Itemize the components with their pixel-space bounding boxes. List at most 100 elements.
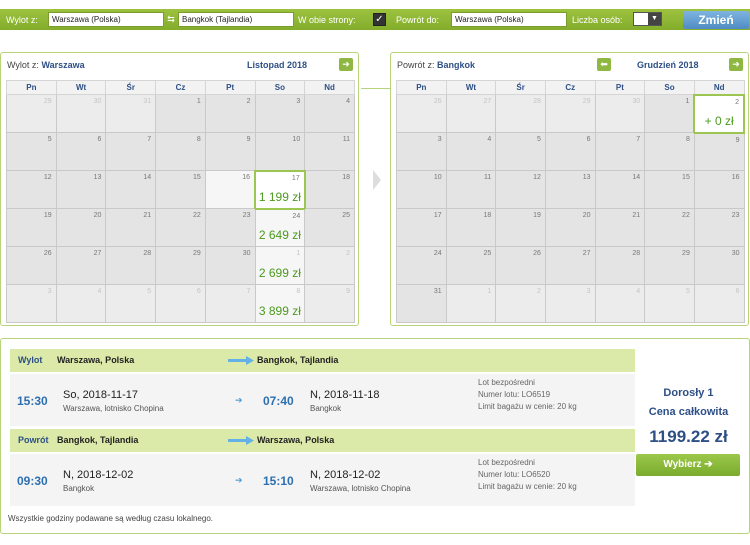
calendar-day[interactable]: 2 (304, 246, 355, 285)
day-number: 12 (533, 174, 541, 182)
calendar-day[interactable]: 30 (204, 246, 256, 285)
calendar-day[interactable]: 17 (396, 208, 447, 247)
calendar-day[interactable]: 19 (6, 208, 57, 247)
calendar-day[interactable]: 10 (254, 132, 306, 172)
calendar-day[interactable]: 27 (544, 246, 596, 285)
calendar-day[interactable]: 2 + 0 zł (693, 93, 745, 134)
calendar-day[interactable]: 20 (544, 208, 596, 247)
from-input[interactable]: Warszawa (Polska) (48, 12, 164, 27)
calendar-day[interactable]: 8 (155, 132, 206, 172)
calendar-day[interactable]: 27 (55, 246, 107, 285)
calendar-day[interactable]: 16 (204, 170, 256, 210)
calendar-day[interactable]: 5 (6, 132, 57, 172)
calendar-day[interactable]: 12 (495, 170, 546, 210)
calendar-day[interactable]: 31 (105, 94, 157, 134)
calendar-day[interactable]: 27 (445, 94, 497, 134)
calendar-day[interactable]: 8 (644, 132, 695, 172)
calendar-day[interactable]: 1 (644, 94, 695, 134)
calendar-day[interactable]: 30 (594, 94, 646, 134)
calendar-day[interactable]: 22 (155, 208, 206, 247)
next-month-arrow-icon[interactable]: ➜ (729, 58, 743, 71)
calendar-day[interactable]: 28 (105, 246, 157, 285)
calendar-day[interactable]: 29 (155, 246, 206, 285)
change-search-button[interactable]: Zmień (683, 11, 749, 29)
calendar-day[interactable]: 25 (445, 246, 497, 285)
calendar-day[interactable]: 26 (396, 94, 447, 134)
roundtrip-checkbox[interactable]: ✓ (373, 13, 386, 26)
calendar-day[interactable]: 10 (396, 170, 447, 210)
calendar-day[interactable]: 22 (644, 208, 695, 247)
calendar-day[interactable]: 30 (55, 94, 107, 134)
persons-select[interactable]: 1 ▼ (633, 12, 662, 26)
calendar-day[interactable]: 3 (6, 283, 57, 324)
calendar-day[interactable]: 13 (55, 170, 107, 210)
calendar-day[interactable]: 11 (445, 170, 497, 210)
calendar-day[interactable]: 7 (105, 132, 157, 172)
return-baggage: Limit bagażu w cenie: 20 kg (478, 482, 577, 491)
calendar-day[interactable]: 1 (155, 94, 206, 134)
swap-icon[interactable]: ⇆ (166, 14, 176, 25)
calendar-day[interactable]: 4 (594, 283, 646, 324)
day-number: 27 (93, 250, 102, 257)
calendar-day[interactable]: 2 (495, 283, 546, 324)
calendar-day[interactable]: 23 (693, 208, 745, 247)
calendar-day[interactable]: 17 1 199 zł (254, 169, 306, 210)
calendar-day[interactable]: 6 (693, 283, 745, 324)
calendar-day[interactable]: 29 (6, 94, 57, 134)
calendar-day[interactable]: 31 (396, 283, 447, 324)
calendar-day[interactable]: 16 (693, 170, 745, 210)
calendar-day[interactable]: 3 (254, 94, 306, 134)
calendar-day[interactable]: 30 (693, 246, 745, 285)
calendar-day[interactable]: 24 (396, 246, 447, 285)
next-month-arrow-icon[interactable]: ➜ (339, 58, 353, 71)
calendar-day[interactable]: 6 (544, 132, 596, 172)
calendar-day[interactable]: 2 (204, 94, 256, 134)
calendar-day[interactable]: 9 (204, 132, 256, 172)
calendar-day[interactable]: 24 2 649 zł (254, 208, 306, 247)
calendar-day[interactable]: 9 (304, 283, 355, 324)
calendar-day[interactable]: 5 (495, 132, 546, 172)
calendar-day[interactable]: 25 (304, 208, 355, 247)
calendar-day[interactable]: 29 (544, 94, 596, 134)
select-button[interactable]: Wybierz ➔ (636, 454, 740, 476)
calendar-day[interactable]: 5 (644, 283, 695, 324)
calendar-day[interactable]: 14 (594, 170, 646, 210)
calendar-day[interactable]: 14 (105, 170, 157, 210)
calendar-day[interactable]: 4 (445, 132, 497, 172)
calendar-day[interactable]: 15 (155, 170, 206, 210)
to-input[interactable]: Bangkok (Tajlandia) (178, 12, 294, 27)
calendar-day[interactable]: 6 (55, 132, 107, 172)
calendar-day[interactable]: 18 (445, 208, 497, 247)
calendar-day[interactable]: 7 (204, 283, 256, 324)
day-number: 3 (586, 287, 591, 295)
calendar-day[interactable]: 6 (155, 283, 206, 324)
calendar-day[interactable]: 21 (594, 208, 646, 247)
arrow-right-icon (228, 356, 254, 365)
calendar-day[interactable]: 21 (105, 208, 157, 247)
calendar-day[interactable]: 28 (594, 246, 646, 285)
calendar-day[interactable]: 8 3 899 zł (254, 283, 306, 324)
calendar-day[interactable]: 4 (304, 94, 355, 134)
calendar-day[interactable]: 26 (6, 246, 57, 285)
calendar-day[interactable]: 23 (204, 208, 256, 247)
prev-month-arrow-icon[interactable]: ⬅ (597, 58, 611, 71)
calendar-day[interactable]: 12 (6, 170, 57, 210)
calendar-day[interactable]: 26 (495, 246, 546, 285)
calendar-day[interactable]: 3 (396, 132, 447, 172)
calendar-day[interactable]: 18 (304, 170, 355, 210)
calendar-day[interactable]: 20 (55, 208, 107, 247)
calendar-day[interactable]: 13 (544, 170, 596, 210)
calendar-day[interactable]: 7 (594, 132, 646, 172)
calendar-day[interactable]: 1 2 699 zł (254, 246, 306, 285)
calendar-day[interactable]: 29 (644, 246, 695, 285)
calendar-day[interactable]: 28 (495, 94, 546, 134)
calendar-day[interactable]: 11 (304, 132, 355, 172)
calendar-day[interactable]: 4 (55, 283, 107, 324)
calendar-day[interactable]: 3 (544, 283, 596, 324)
calendar-day[interactable]: 1 (445, 283, 497, 324)
calendar-day[interactable]: 15 (644, 170, 695, 210)
return-input[interactable]: Warszawa (Polska) (451, 12, 567, 27)
calendar-day[interactable]: 9 (693, 132, 745, 172)
calendar-day[interactable]: 19 (495, 208, 546, 247)
calendar-day[interactable]: 5 (105, 283, 157, 324)
